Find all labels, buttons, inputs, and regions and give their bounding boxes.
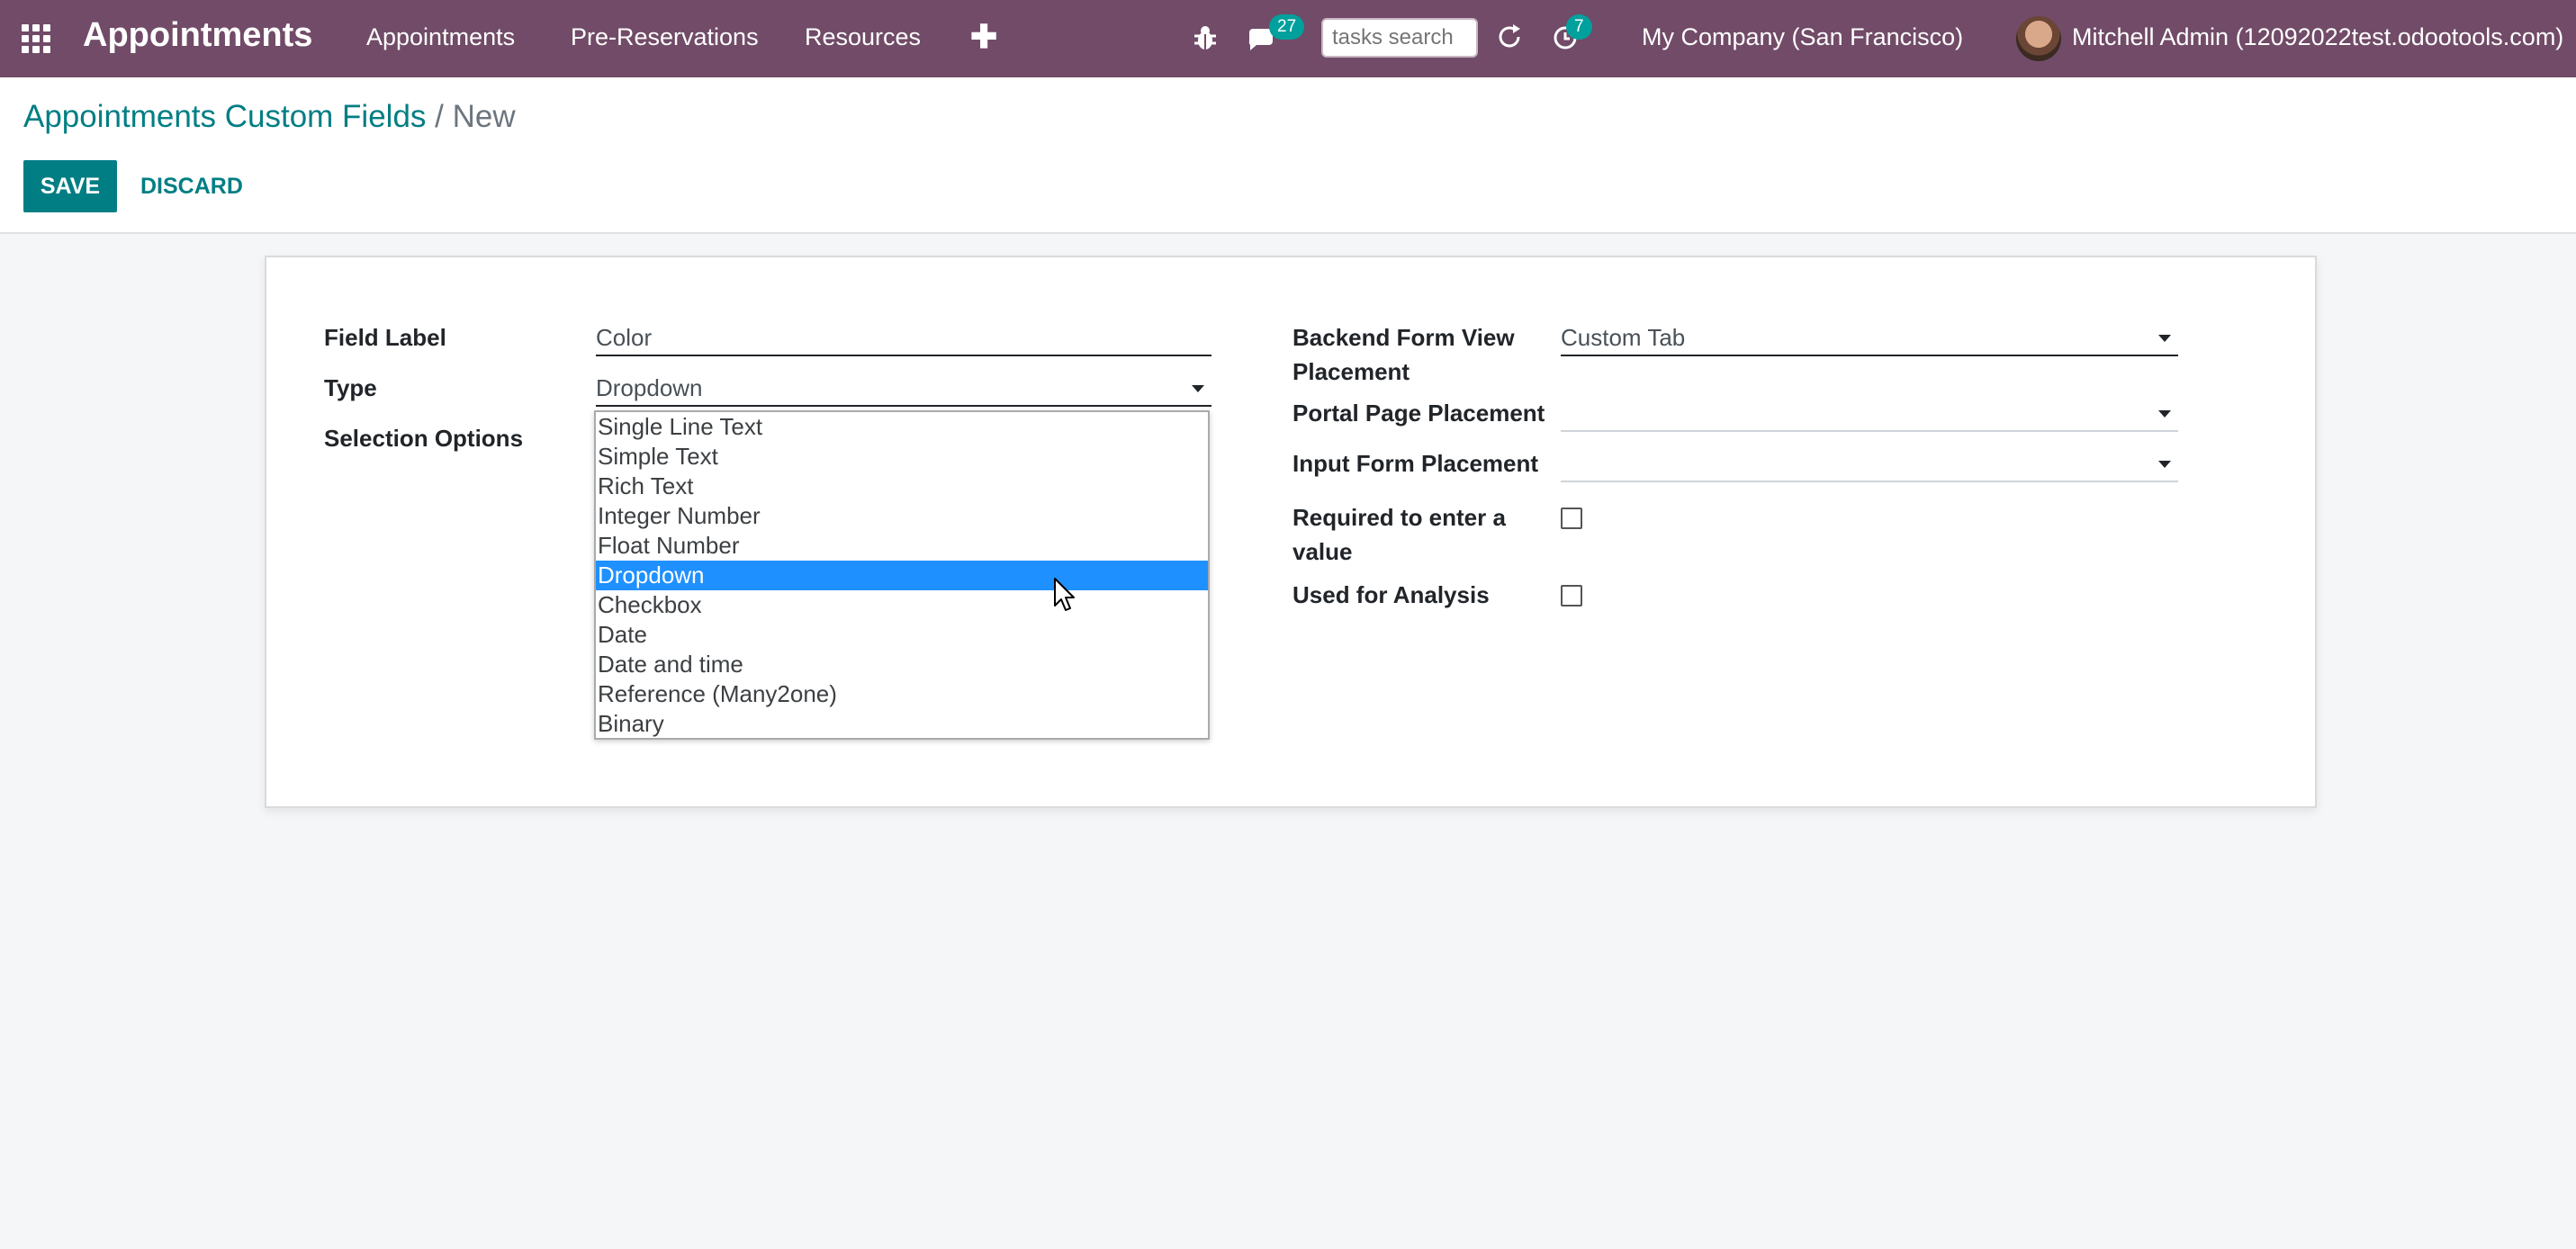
refresh-icon[interactable] — [1494, 22, 1525, 57]
form-sheet: Field Label Color Type Dropdown Selectio… — [265, 256, 2317, 808]
backend-placement-label: Backend Form View Placement — [1293, 320, 1515, 389]
type-option-reference-many2one[interactable]: Reference (Many2one) — [596, 679, 1208, 709]
type-option-simple-text[interactable]: Simple Text — [596, 442, 1208, 472]
type-option-integer-number[interactable]: Integer Number — [596, 501, 1208, 531]
tasks-search-input[interactable] — [1321, 18, 1478, 58]
type-select[interactable]: Dropdown — [596, 371, 1211, 407]
type-option-single-line-text[interactable]: Single Line Text — [596, 412, 1208, 442]
backend-placement-value: Custom Tab — [1561, 324, 1686, 351]
portal-placement-label: Portal Page Placement — [1293, 400, 1545, 427]
discard-button[interactable]: DISCARD — [131, 160, 252, 212]
breadcrumb-separator: / — [435, 99, 444, 134]
menu-resources[interactable]: Resources — [805, 23, 921, 51]
field-label-label: Field Label — [324, 324, 446, 351]
control-panel: Appointments Custom Fields / New SAVE DI… — [0, 77, 2576, 234]
type-option-checkbox[interactable]: Checkbox — [596, 590, 1208, 620]
user-menu[interactable]: Mitchell Admin (12092022test.odootools.c… — [2072, 23, 2563, 51]
backend-placement-label-line2: Placement — [1293, 358, 1410, 385]
required-label-line1: Required to enter a — [1293, 504, 1506, 531]
input-placement-select[interactable] — [1561, 446, 2178, 482]
required-label: Required to enter a value — [1293, 500, 1506, 569]
user-avatar[interactable] — [2016, 16, 2061, 61]
activity-count-badge: 7 — [1566, 14, 1592, 40]
mouse-pointer-icon — [1054, 578, 1075, 611]
selection-options-label: Selection Options — [324, 425, 524, 452]
menu-appointments[interactable]: Appointments — [366, 23, 515, 51]
breadcrumb-current: New — [452, 99, 516, 134]
required-checkbox[interactable] — [1561, 508, 1582, 529]
chevron-down-icon — [2158, 461, 2171, 468]
apps-menu-icon[interactable] — [22, 24, 54, 53]
portal-placement-select[interactable] — [1561, 396, 2178, 432]
chevron-down-icon — [2158, 335, 2171, 342]
field-label-input[interactable]: Color — [596, 320, 1211, 356]
type-option-dropdown[interactable]: Dropdown — [596, 561, 1208, 590]
type-option-date[interactable]: Date — [596, 620, 1208, 650]
required-label-line2: value — [1293, 538, 1353, 565]
add-menu-icon[interactable]: ✚ — [970, 18, 997, 56]
save-button[interactable]: SAVE — [23, 160, 117, 212]
debug-bug-icon[interactable] — [1192, 23, 1219, 57]
type-option-binary[interactable]: Binary — [596, 709, 1208, 739]
type-option-date-and-time[interactable]: Date and time — [596, 650, 1208, 679]
breadcrumb: Appointments Custom Fields / New — [23, 99, 516, 135]
top-navbar: Appointments Appointments Pre-Reservatio… — [0, 0, 2576, 77]
breadcrumb-parent-link[interactable]: Appointments Custom Fields — [23, 99, 426, 134]
chevron-down-icon — [1192, 385, 1204, 392]
menu-pre-reservations[interactable]: Pre-Reservations — [571, 23, 759, 51]
type-label: Type — [324, 374, 377, 401]
input-placement-label: Input Form Placement — [1293, 450, 1539, 477]
type-dropdown-list: Single Line Text Simple Text Rich Text I… — [594, 410, 1210, 740]
backend-placement-label-line1: Backend Form View — [1293, 324, 1515, 351]
type-option-float-number[interactable]: Float Number — [596, 531, 1208, 561]
app-brand[interactable]: Appointments — [83, 16, 312, 55]
type-option-rich-text[interactable]: Rich Text — [596, 472, 1208, 501]
analysis-checkbox[interactable] — [1561, 585, 1582, 607]
backend-placement-select[interactable]: Custom Tab — [1561, 320, 2178, 356]
company-switcher[interactable]: My Company (San Francisco) — [1642, 23, 1963, 51]
type-select-value: Dropdown — [596, 374, 703, 401]
chevron-down-icon — [2158, 410, 2171, 418]
chat-count-badge: 27 — [1269, 14, 1305, 40]
analysis-label: Used for Analysis — [1293, 581, 1490, 608]
